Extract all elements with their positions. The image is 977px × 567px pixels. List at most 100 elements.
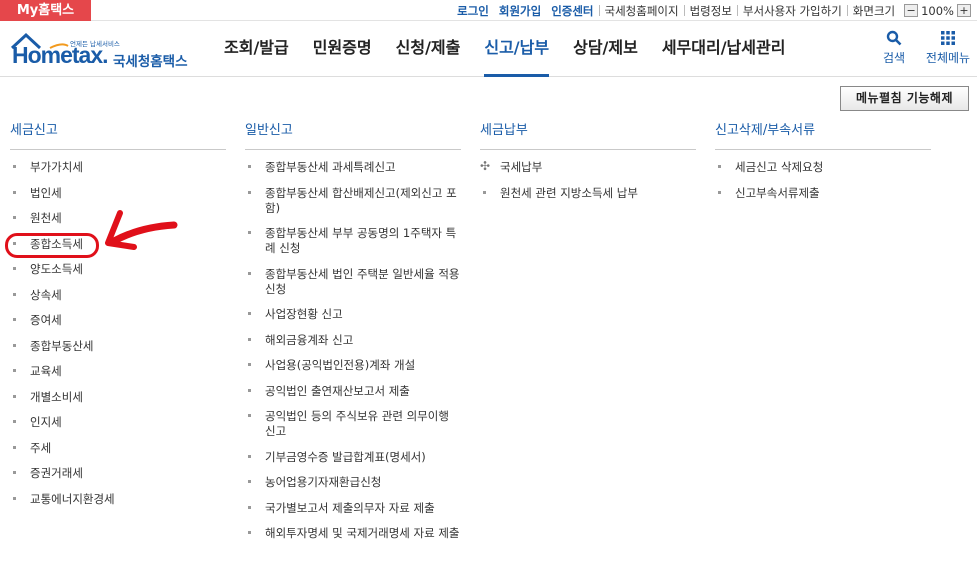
menu-item[interactable]: 기부금영수증 발급합계표(명세서) bbox=[245, 450, 461, 465]
hometax-logo[interactable]: 언제든 납세서비스 Hometax. 국세청홈택스 bbox=[10, 28, 195, 72]
menu-item-vat[interactable]: 부가가치세 bbox=[10, 160, 226, 175]
menu-list: 종합부동산세 과세특례신고 종합부동산세 합산배제신고(제외신고 포함) 종합부… bbox=[245, 160, 461, 541]
menu-item[interactable]: 해외금융계좌 신고 bbox=[245, 333, 461, 348]
menu-item-corporate-tax[interactable]: 법인세 bbox=[10, 186, 226, 201]
top-utility-bar: My홈택스 로그인 회원가입 인증센터 국세청홈페이지 법령정보 부서사용자 가… bbox=[0, 0, 977, 21]
column-tax-payment: 세금납부 ✣ 국세납부 원천세 관련 지방소득세 납부 bbox=[480, 120, 696, 211]
column-tax-filing: 세금신고 부가가치세 법인세 원천세 종합소득세 양도소득세 상속세 증여세 종… bbox=[10, 120, 226, 517]
bullet-icon bbox=[483, 190, 486, 194]
menu-item-delete-request[interactable]: 세금신고 삭제요청 bbox=[715, 160, 931, 175]
menu-item[interactable]: 종합부동산세 합산배제신고(제외신고 포함) bbox=[245, 186, 461, 216]
nav-filing-payment[interactable]: 신고/납부 bbox=[472, 22, 561, 77]
bullet-icon bbox=[13, 165, 16, 168]
bullet-icon bbox=[13, 445, 16, 449]
grid-menu-icon bbox=[941, 31, 955, 45]
top-links: 로그인 회원가입 인증센터 국세청홈페이지 법령정보 부서사용자 가입하기 화면… bbox=[452, 0, 971, 21]
search-button[interactable]: 검색 bbox=[871, 30, 917, 66]
menu-list: 세금신고 삭제요청 신고부속서류제출 bbox=[715, 160, 931, 201]
my-hometax-tab[interactable]: My홈택스 bbox=[0, 0, 91, 21]
login-link[interactable]: 로그인 bbox=[452, 3, 494, 19]
bullet-icon bbox=[13, 343, 16, 347]
menu-item-stamp-tax[interactable]: 인지세 bbox=[10, 415, 226, 430]
bullet-icon bbox=[248, 363, 251, 366]
bullet-icon bbox=[13, 190, 16, 194]
bullet-icon bbox=[13, 496, 16, 500]
law-info-link[interactable]: 법령정보 bbox=[685, 3, 737, 19]
full-menu-label: 전체메뉴 bbox=[925, 51, 971, 65]
menu-item-liquor-tax[interactable]: 주세 bbox=[10, 441, 226, 456]
bullet-icon bbox=[13, 369, 16, 372]
nts-homepage-link[interactable]: 국세청홈페이지 bbox=[600, 3, 684, 19]
menu-item-inheritance-tax[interactable]: 상속세 bbox=[10, 288, 226, 303]
bullet-icon bbox=[248, 271, 251, 275]
nav-application-submission[interactable]: 신청/제출 bbox=[384, 22, 473, 77]
nav-tax-agent[interactable]: 세무대리/납세관리 bbox=[650, 22, 798, 77]
bullet-icon bbox=[718, 165, 721, 168]
bullet-icon bbox=[13, 216, 16, 219]
bullet-icon bbox=[248, 165, 251, 168]
menu-item[interactable]: 공익법인 출연재산보고서 제출 bbox=[245, 384, 461, 399]
bullet-icon bbox=[248, 480, 251, 483]
menu-item[interactable]: 해외투자명세 및 국제거래명세 자료 제출 bbox=[245, 526, 461, 541]
bullet-icon bbox=[13, 471, 16, 474]
menu-item[interactable]: 국가별보고서 제출의무자 자료 제출 bbox=[245, 501, 461, 516]
nav-inquiry-issuance[interactable]: 조회/발급 bbox=[212, 22, 301, 77]
menu-item-education-tax[interactable]: 교육세 bbox=[10, 364, 226, 379]
bullet-icon bbox=[248, 505, 251, 509]
menu-item-capital-gains-tax[interactable]: 양도소득세 bbox=[10, 262, 226, 277]
bullet-icon bbox=[248, 414, 251, 417]
menu-item[interactable]: 종합부동산세 법인 주택분 일반세율 적용 신청 bbox=[245, 267, 461, 297]
menu-item-gift-tax[interactable]: 증여세 bbox=[10, 313, 226, 328]
highlight-circle-annotation bbox=[5, 233, 99, 258]
bullet-icon bbox=[13, 267, 16, 270]
menu-item-transport-energy-tax[interactable]: 교통에너지환경세 bbox=[10, 492, 226, 507]
menu-list: ✣ 국세납부 원천세 관련 지방소득세 납부 bbox=[480, 159, 696, 201]
bullet-icon bbox=[248, 312, 251, 315]
bullet-icon bbox=[13, 394, 16, 398]
bullet-icon bbox=[248, 337, 251, 341]
red-arrow-annotation bbox=[105, 210, 178, 250]
column-title: 일반신고 bbox=[245, 120, 461, 150]
menu-item-national-tax-payment[interactable]: ✣ 국세납부 bbox=[480, 159, 696, 175]
header-icons: 검색 전체메뉴 bbox=[863, 30, 971, 66]
bullet-icon bbox=[13, 420, 16, 423]
zoom-in-button[interactable]: + bbox=[957, 4, 971, 17]
nav-consult-report[interactable]: 상담/제보 bbox=[561, 22, 650, 77]
nav-civil-certificates[interactable]: 민원증명 bbox=[301, 22, 384, 77]
menu-item-local-income-tax-payment[interactable]: 원천세 관련 지방소득세 납부 bbox=[480, 186, 696, 201]
logo-wordmark: Hometax. bbox=[12, 42, 109, 68]
column-title: 신고삭제/부속서류 bbox=[715, 120, 931, 150]
column-general-filing: 일반신고 종합부동산세 과세특례신고 종합부동산세 합산배제신고(제외신고 포함… bbox=[245, 120, 461, 552]
expand-plus-icon: ✣ bbox=[480, 159, 491, 173]
bullet-icon bbox=[13, 292, 16, 296]
signup-link[interactable]: 회원가입 bbox=[494, 3, 546, 19]
column-delete-attachments: 신고삭제/부속서류 세금신고 삭제요청 신고부속서류제출 bbox=[715, 120, 931, 211]
main-nav: 조회/발급 민원증명 신청/제출 신고/납부 상담/제보 세무대리/납세관리 bbox=[212, 22, 797, 77]
menu-item[interactable]: 농어업용기자재환급신청 bbox=[245, 475, 461, 490]
menu-expand-disable-button[interactable]: 메뉴펼침 기능해제 bbox=[840, 86, 969, 111]
bullet-icon bbox=[13, 318, 16, 321]
zoom-control: − 100% + bbox=[904, 4, 971, 18]
menu-item-excise-tax[interactable]: 개별소비세 bbox=[10, 390, 226, 405]
column-title: 세금신고 bbox=[10, 120, 226, 150]
menu-item[interactable]: 종합부동산세 과세특례신고 bbox=[245, 160, 461, 175]
search-icon bbox=[886, 30, 902, 46]
menu-item-submit-attachments[interactable]: 신고부속서류제출 bbox=[715, 186, 931, 201]
menu-item[interactable]: 종합부동산세 부부 공동명의 1주택자 특례 신청 bbox=[245, 226, 461, 256]
menu-item[interactable]: 사업장현황 신고 bbox=[245, 307, 461, 322]
bullet-icon bbox=[248, 190, 251, 194]
cert-center-link[interactable]: 인증센터 bbox=[546, 3, 598, 19]
bullet-icon bbox=[718, 190, 721, 194]
dept-user-signup-link[interactable]: 부서사용자 가입하기 bbox=[738, 3, 847, 19]
search-label: 검색 bbox=[882, 51, 906, 65]
screen-size-label: 화면크기 bbox=[852, 3, 896, 18]
full-menu-button[interactable]: 전체메뉴 bbox=[925, 30, 971, 66]
menu-item-property-tax[interactable]: 종합부동산세 bbox=[10, 339, 226, 354]
zoom-out-button[interactable]: − bbox=[904, 4, 919, 17]
menu-item-securities-tax[interactable]: 증권거래세 bbox=[10, 466, 226, 481]
menu-item[interactable]: 사업용(공익법인전용)계좌 개설 bbox=[245, 358, 461, 373]
menu-item[interactable]: 공익법인 등의 주식보유 관련 의무이행 신고 bbox=[245, 409, 461, 439]
bullet-icon bbox=[248, 388, 251, 392]
logo-korean-name: 국세청홈택스 bbox=[113, 54, 188, 70]
main-header: 언제든 납세서비스 Hometax. 국세청홈택스 조회/발급 민원증명 신청/… bbox=[0, 22, 977, 77]
